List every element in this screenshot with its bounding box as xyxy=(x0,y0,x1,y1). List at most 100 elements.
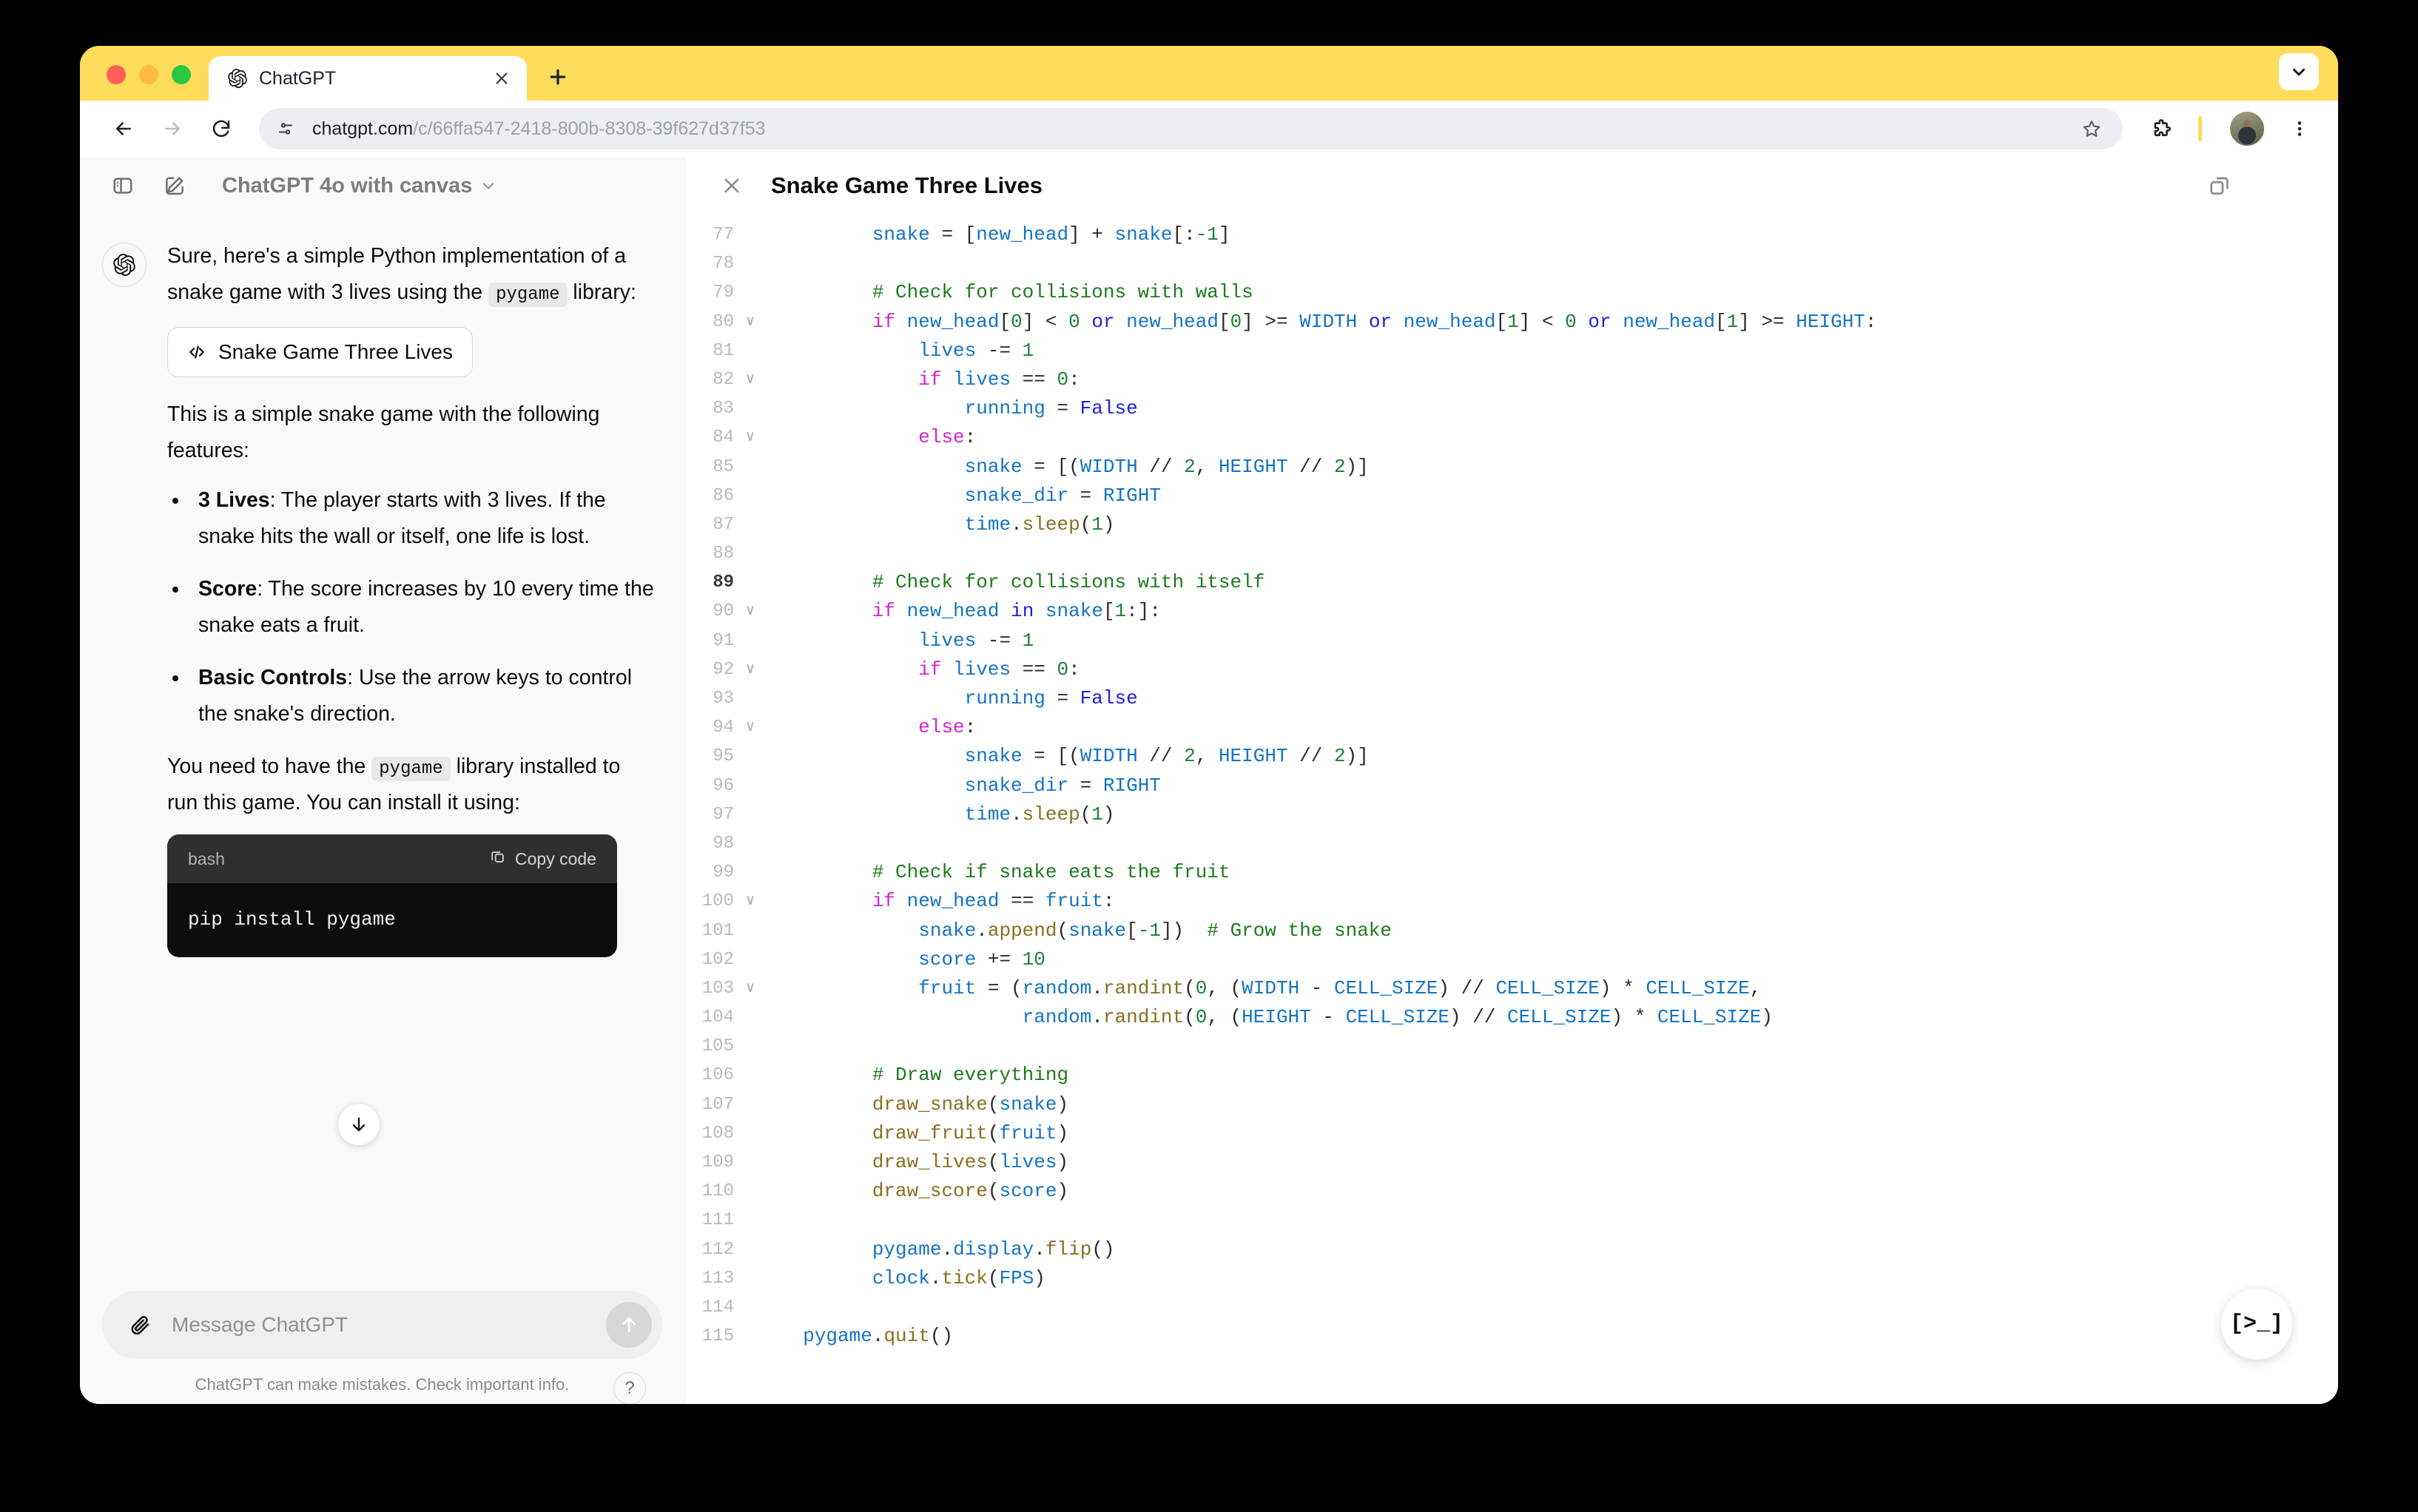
code-line[interactable]: 78 xyxy=(685,249,2338,278)
code-line[interactable]: 94 ∨ else: xyxy=(685,713,2338,742)
feature-list: 3 Lives: The player starts with 3 lives.… xyxy=(167,482,655,732)
code-line[interactable]: 85 snake = [(WIDTH // 2, HEIGHT // 2)] xyxy=(685,453,2338,482)
code-line[interactable]: 81 lives -= 1 xyxy=(685,337,2338,365)
paperclip-icon[interactable] xyxy=(124,1309,157,1341)
line-number: 114 xyxy=(701,1297,734,1317)
site-settings-icon[interactable] xyxy=(271,114,300,144)
browser-tab-chatgpt[interactable]: ChatGPT xyxy=(209,56,527,101)
model-selector[interactable]: ChatGPT 4o with canvas xyxy=(212,168,508,204)
code-line[interactable]: 100 ∨ if new_head == fruit: xyxy=(685,887,2338,916)
code-line[interactable]: 114 xyxy=(685,1293,2338,1322)
code-line[interactable]: 77 snake = [new_head] + snake[:-1] xyxy=(685,220,2338,249)
inline-code-pygame: pygame xyxy=(371,757,451,782)
code-line[interactable]: 93 running = False xyxy=(685,684,2338,713)
close-icon[interactable] xyxy=(713,167,750,204)
arrow-down-icon[interactable] xyxy=(337,1103,380,1146)
copy-icon xyxy=(490,848,506,869)
code-line[interactable]: 107 draw_snake(snake) xyxy=(685,1090,2338,1119)
code-line[interactable]: 87 time.sleep(1) xyxy=(685,510,2338,539)
message-composer[interactable] xyxy=(102,1291,662,1359)
code-line[interactable]: 96 snake_dir = RIGHT xyxy=(685,772,2338,800)
code-line-content: running = False xyxy=(964,687,1138,709)
avatar[interactable] xyxy=(2230,112,2264,146)
code-line[interactable]: 80 ∨ if new_head[0] < 0 or new_head[0] >=… xyxy=(685,308,2338,337)
line-number: 100 xyxy=(701,891,734,912)
code-line-content: # Check if snake eats the fruit xyxy=(872,861,1230,884)
chevron-down-icon[interactable]: ∨ xyxy=(734,365,767,394)
code-line[interactable]: 108 draw_fruit(fruit) xyxy=(685,1119,2338,1148)
code-line[interactable]: 102 score += 10 xyxy=(685,945,2338,974)
forward-arrow-icon[interactable] xyxy=(151,107,194,150)
code-line[interactable]: 91 lives -= 1 xyxy=(685,627,2338,655)
code-line[interactable]: 109 draw_lives(lives) xyxy=(685,1148,2338,1177)
code-line-content: lives -= 1 xyxy=(918,339,1034,362)
chevron-down-icon[interactable]: ∨ xyxy=(734,974,767,1003)
address-bar[interactable]: chatgpt.com/c/66ffa547-2418-800b-8308-39… xyxy=(259,108,2123,149)
code-line[interactable]: 110 draw_score(score) xyxy=(685,1177,2338,1206)
code-line[interactable]: 79 # Check for collisions with walls xyxy=(685,278,2338,307)
url-text: chatgpt.com/c/66ffa547-2418-800b-8308-39… xyxy=(312,118,2062,140)
disclaimer-text: ChatGPT can make mistakes. Check importa… xyxy=(102,1359,662,1404)
code-line[interactable]: 105 xyxy=(685,1032,2338,1061)
terminal-button[interactable]: [>_] xyxy=(2221,1289,2292,1360)
canvas-document-chip[interactable]: Snake Game Three Lives xyxy=(167,327,473,378)
code-line[interactable]: 95 snake = [(WIDTH // 2, HEIGHT // 2)] xyxy=(685,742,2338,771)
code-line[interactable]: 92 ∨ if lives == 0: xyxy=(685,655,2338,684)
code-editor[interactable]: 77 snake = [new_head] + snake[:-1] 78 79 #… xyxy=(685,215,2338,1404)
code-line[interactable]: 106 # Draw everything xyxy=(685,1061,2338,1090)
code-line[interactable]: 86 snake_dir = RIGHT xyxy=(685,482,2338,510)
line-number: 93 xyxy=(713,689,734,709)
copy-icon[interactable] xyxy=(2200,166,2239,205)
code-line-content: snake.append(snake[-1]) # Grow the snake xyxy=(918,919,1392,942)
avatar[interactable] xyxy=(2271,166,2311,206)
code-line[interactable]: 104 random.randint(0, (HEIGHT - CELL_SIZ… xyxy=(685,1003,2338,1032)
chat-scroll-area[interactable]: Sure, here's a simple Python implementat… xyxy=(80,215,684,1291)
code-line[interactable]: 113 clock.tick(FPS) xyxy=(685,1264,2338,1293)
star-icon[interactable] xyxy=(2074,111,2109,146)
chevron-down-icon[interactable]: ∨ xyxy=(734,655,767,684)
chevron-down-icon[interactable]: ∨ xyxy=(734,713,767,742)
chevron-down-icon[interactable]: ∨ xyxy=(734,423,767,452)
code-line[interactable]: 83 running = False xyxy=(685,394,2338,423)
code-line-content: if new_head in snake[1:]: xyxy=(872,600,1161,623)
plus-icon[interactable] xyxy=(537,56,579,98)
chevron-down-icon[interactable]: ∨ xyxy=(734,887,767,916)
code-line-content: if new_head == fruit: xyxy=(872,890,1115,913)
reload-icon[interactable] xyxy=(200,107,243,150)
line-number: 78 xyxy=(713,254,734,274)
code-line[interactable]: 101 snake.append(snake[-1]) # Grow the s… xyxy=(685,917,2338,945)
code-line[interactable]: 115 pygame.quit() xyxy=(685,1322,2338,1351)
help-button[interactable]: ? xyxy=(613,1372,646,1404)
code-line[interactable]: 103 ∨ fruit = (random.randint(0, (WIDTH -… xyxy=(685,974,2338,1003)
sidebar-panel-icon[interactable] xyxy=(102,165,144,206)
line-number: 104 xyxy=(701,1008,734,1028)
code-line[interactable]: 82 ∨ if lives == 0: xyxy=(685,365,2338,394)
maximize-window-button[interactable] xyxy=(172,65,191,84)
line-number: 111 xyxy=(701,1210,734,1231)
code-line[interactable]: 99 # Check if snake eats the fruit xyxy=(685,858,2338,887)
arrow-up-icon[interactable] xyxy=(606,1302,652,1348)
code-line[interactable]: 112 pygame.display.flip() xyxy=(685,1235,2338,1264)
code-line[interactable]: 97 time.sleep(1) xyxy=(685,800,2338,829)
code-line[interactable]: 84 ∨ else: xyxy=(685,423,2338,452)
code-line[interactable]: 90 ∨ if new_head in snake[1:]: xyxy=(685,597,2338,626)
code-line[interactable]: 88 xyxy=(685,539,2338,568)
code-line[interactable]: 98 xyxy=(685,829,2338,858)
close-icon[interactable] xyxy=(490,67,513,90)
copy-code-button[interactable]: Copy code xyxy=(490,848,596,869)
close-window-button[interactable] xyxy=(107,65,126,84)
code-line[interactable]: 89 # Check for collisions with itself xyxy=(685,568,2338,597)
back-arrow-icon[interactable] xyxy=(102,107,145,150)
chevron-down-icon[interactable]: ∨ xyxy=(734,308,767,337)
pencil-square-icon[interactable] xyxy=(154,165,195,206)
code-line[interactable]: 111 xyxy=(685,1206,2338,1235)
chevron-down-icon[interactable]: ∨ xyxy=(734,597,767,626)
chevron-down-icon[interactable] xyxy=(2279,53,2319,90)
minimize-window-button[interactable] xyxy=(139,65,158,84)
three-dot-menu-icon[interactable] xyxy=(2280,109,2319,148)
code-line-content: snake = [(WIDTH // 2, HEIGHT // 2)] xyxy=(964,455,1369,478)
line-number: 85 xyxy=(713,456,734,477)
puzzle-piece-icon[interactable] xyxy=(2142,109,2180,148)
search-input[interactable] xyxy=(172,1313,591,1337)
line-number: 81 xyxy=(713,340,734,361)
